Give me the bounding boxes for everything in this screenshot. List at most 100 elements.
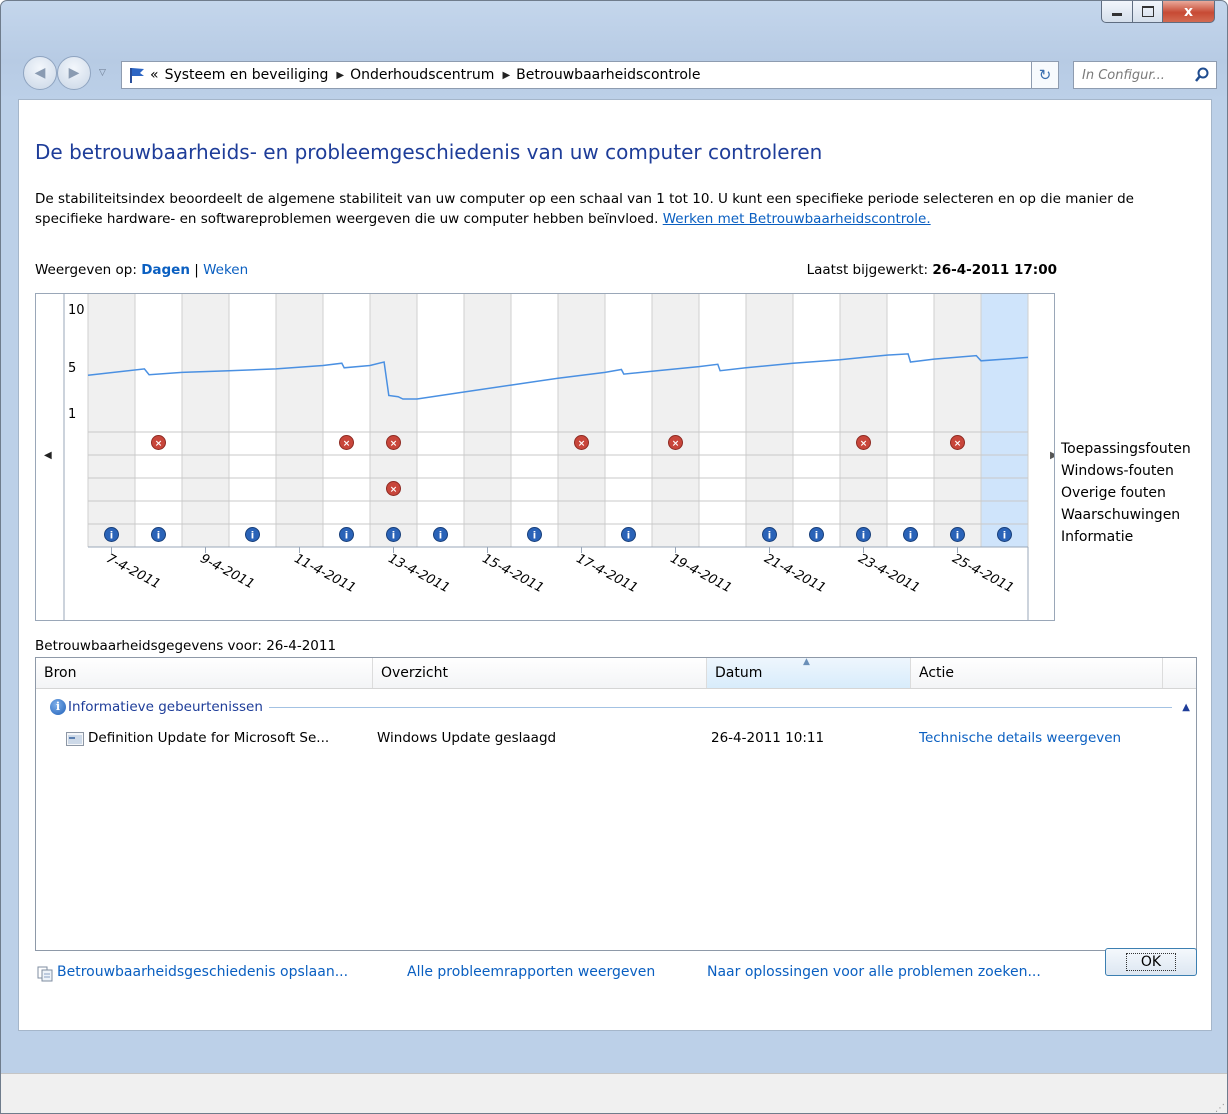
day-column[interactable]: [652, 294, 699, 547]
day-column[interactable]: [229, 294, 276, 547]
forward-arrow-icon: ▶: [68, 65, 80, 81]
information-icon-glyph: i: [439, 531, 442, 542]
details-label: Betrouwbaarheidsgegevens voor: 26-4-2011: [35, 638, 337, 654]
page-description: De stabiliteitsindex beoordeelt de algem…: [35, 189, 1195, 229]
breadcrumb-separator-icon[interactable]: ▶: [502, 70, 510, 81]
resize-grip-icon[interactable]: ⋰: [1215, 1103, 1225, 1113]
view-separator: |: [194, 262, 199, 278]
day-column[interactable]: [464, 294, 511, 547]
day-column[interactable]: [840, 294, 887, 547]
content-pane: De betrouwbaarheids- en probleemgeschied…: [18, 99, 1212, 1031]
save-history-link[interactable]: Betrouwbaarheidsgeschiedenis opslaan...: [57, 964, 348, 980]
update-icon: [66, 732, 84, 750]
x-date-label: 9-4-2011: [198, 551, 257, 592]
information-icon-glyph: i: [768, 531, 771, 542]
day-column[interactable]: [511, 294, 558, 547]
reliability-chart-svg[interactable]: ◀ ▶ 10 5 1 × × × × × × × × i i i i i i i i i i i i i i 7-4-2011 9-4-…: [36, 294, 1058, 620]
view-weeks-link[interactable]: Weken: [203, 262, 248, 278]
legend-warnings: Waarschuwingen: [1061, 507, 1181, 523]
breadcrumb-overflow[interactable]: «: [150, 67, 159, 83]
group-header[interactable]: i Informatieve gebeurtenissen ▲: [50, 697, 1190, 717]
information-icon-glyph: i: [627, 531, 630, 542]
back-button[interactable]: ◀: [23, 56, 57, 90]
row-summary: Windows Update geslaagd: [377, 730, 557, 746]
application-error-icon-glyph: ×: [860, 439, 868, 449]
scroll-left-arrow-icon[interactable]: ◀: [44, 450, 52, 461]
x-date-label: 21-4-2011: [762, 551, 828, 596]
column-header-date[interactable]: Datum ▲: [707, 657, 911, 688]
window-controls: x: [1101, 1, 1215, 23]
breadcrumb-system-security[interactable]: Systeem en beveiliging: [165, 67, 329, 83]
legend-information: Informatie: [1061, 529, 1134, 545]
search-icon[interactable]: [1194, 67, 1210, 83]
technical-details-link[interactable]: Technische details weergeven: [919, 730, 1121, 746]
selected-day-column[interactable]: [981, 294, 1028, 547]
day-column[interactable]: [746, 294, 793, 547]
day-column[interactable]: [323, 294, 370, 547]
window: x ◀ ▶ ▽ « Systeem en beveiliging ▶ Onder…: [0, 0, 1228, 1114]
application-error-icon-glyph: ×: [155, 439, 163, 449]
day-column[interactable]: [934, 294, 981, 547]
row-date: 26-4-2011 10:11: [711, 730, 825, 746]
scroll-right-arrow-icon[interactable]: ▶: [1050, 450, 1058, 461]
day-column[interactable]: [88, 294, 135, 547]
day-column[interactable]: [370, 294, 417, 547]
information-icon-glyph: i: [157, 531, 160, 542]
information-icon-glyph: i: [1003, 531, 1006, 542]
column-header-action[interactable]: Actie: [911, 658, 1163, 688]
day-column[interactable]: [417, 294, 464, 547]
breadcrumb-separator-icon[interactable]: ▶: [336, 70, 344, 81]
column-header-summary[interactable]: Overzicht: [373, 658, 707, 688]
chart-legend: Toepassingsfouten Windows-fouten Overige…: [1061, 438, 1191, 548]
maximize-button[interactable]: [1133, 1, 1163, 23]
breadcrumb-reliability-monitor[interactable]: Betrouwbaarheidscontrole: [516, 67, 700, 83]
last-updated-label: Laatst bijgewerkt:: [806, 262, 929, 278]
minimize-button[interactable]: [1101, 1, 1133, 23]
list-header: Bron Overzicht Datum ▲ Actie: [36, 657, 1196, 689]
reliability-chart[interactable]: ◀ ▶ 10 5 1 × × × × × × × × i i i i i i i i i i i i i i 7-4-2011 9-4-…: [35, 293, 1058, 621]
column-header-date-label: Datum: [715, 665, 763, 681]
info-icon: i: [50, 699, 66, 715]
find-solutions-link[interactable]: Naar oplossingen voor alle problemen zoe…: [707, 964, 1041, 980]
breadcrumb-maintenance-center[interactable]: Onderhoudscentrum: [350, 67, 494, 83]
address-bar[interactable]: « Systeem en beveiliging ▶ Onderhoudscen…: [121, 61, 1059, 89]
last-updated: Laatst bijgewerkt: 26-4-2011 17:00: [807, 262, 1057, 278]
day-column[interactable]: [605, 294, 652, 547]
page-title: De betrouwbaarheids- en probleemgeschied…: [35, 140, 823, 164]
search-input[interactable]: In Configur...: [1082, 68, 1194, 83]
help-link[interactable]: Werken met Betrouwbaarheidscontrole.: [663, 211, 931, 227]
legend-application-errors: Toepassingsfouten: [1061, 441, 1191, 457]
last-updated-value: 26-4-2011 17:00: [932, 262, 1057, 278]
legend-windows-errors: Windows-fouten: [1061, 463, 1174, 479]
information-icon-glyph: i: [956, 531, 959, 542]
search-box[interactable]: In Configur...: [1073, 61, 1217, 89]
day-column[interactable]: [699, 294, 746, 547]
close-button[interactable]: x: [1163, 1, 1215, 23]
day-column[interactable]: [276, 294, 323, 547]
all-reports-link[interactable]: Alle probleemrapporten weergeven: [407, 964, 655, 980]
day-column[interactable]: [558, 294, 605, 547]
x-date-label: 25-4-2011: [950, 551, 1016, 596]
view-days-link[interactable]: Dagen: [141, 262, 190, 278]
collapse-icon[interactable]: ▲: [1182, 702, 1190, 713]
day-column[interactable]: [135, 294, 182, 547]
flag-icon: [130, 68, 144, 83]
reliability-details-list[interactable]: Bron Overzicht Datum ▲ Actie i Informati…: [35, 657, 1197, 951]
column-header-source[interactable]: Bron: [36, 658, 373, 688]
y-tick-label: 10: [68, 303, 85, 318]
footer-links: Betrouwbaarheidsgeschiedenis opslaan... …: [35, 962, 1197, 992]
table-row[interactable]: Definition Update for Microsoft Se... Wi…: [36, 728, 1196, 750]
y-tick-label: 5: [68, 361, 76, 376]
refresh-button[interactable]: ↻: [1031, 61, 1059, 89]
x-date-label: 19-4-2011: [668, 551, 734, 596]
day-column[interactable]: [182, 294, 229, 547]
day-column[interactable]: [887, 294, 934, 547]
information-icon-glyph: i: [392, 531, 395, 542]
recent-pages-dropdown[interactable]: ▽: [99, 68, 106, 78]
day-column[interactable]: [793, 294, 840, 547]
ok-button[interactable]: OK: [1105, 948, 1197, 976]
forward-button[interactable]: ▶: [57, 56, 91, 90]
navigation-bar: ◀ ▶ ▽ « Systeem en beveiliging ▶ Onderho…: [1, 53, 1227, 93]
information-icon-glyph: i: [909, 531, 912, 542]
status-bar: ⋰: [1, 1073, 1227, 1113]
